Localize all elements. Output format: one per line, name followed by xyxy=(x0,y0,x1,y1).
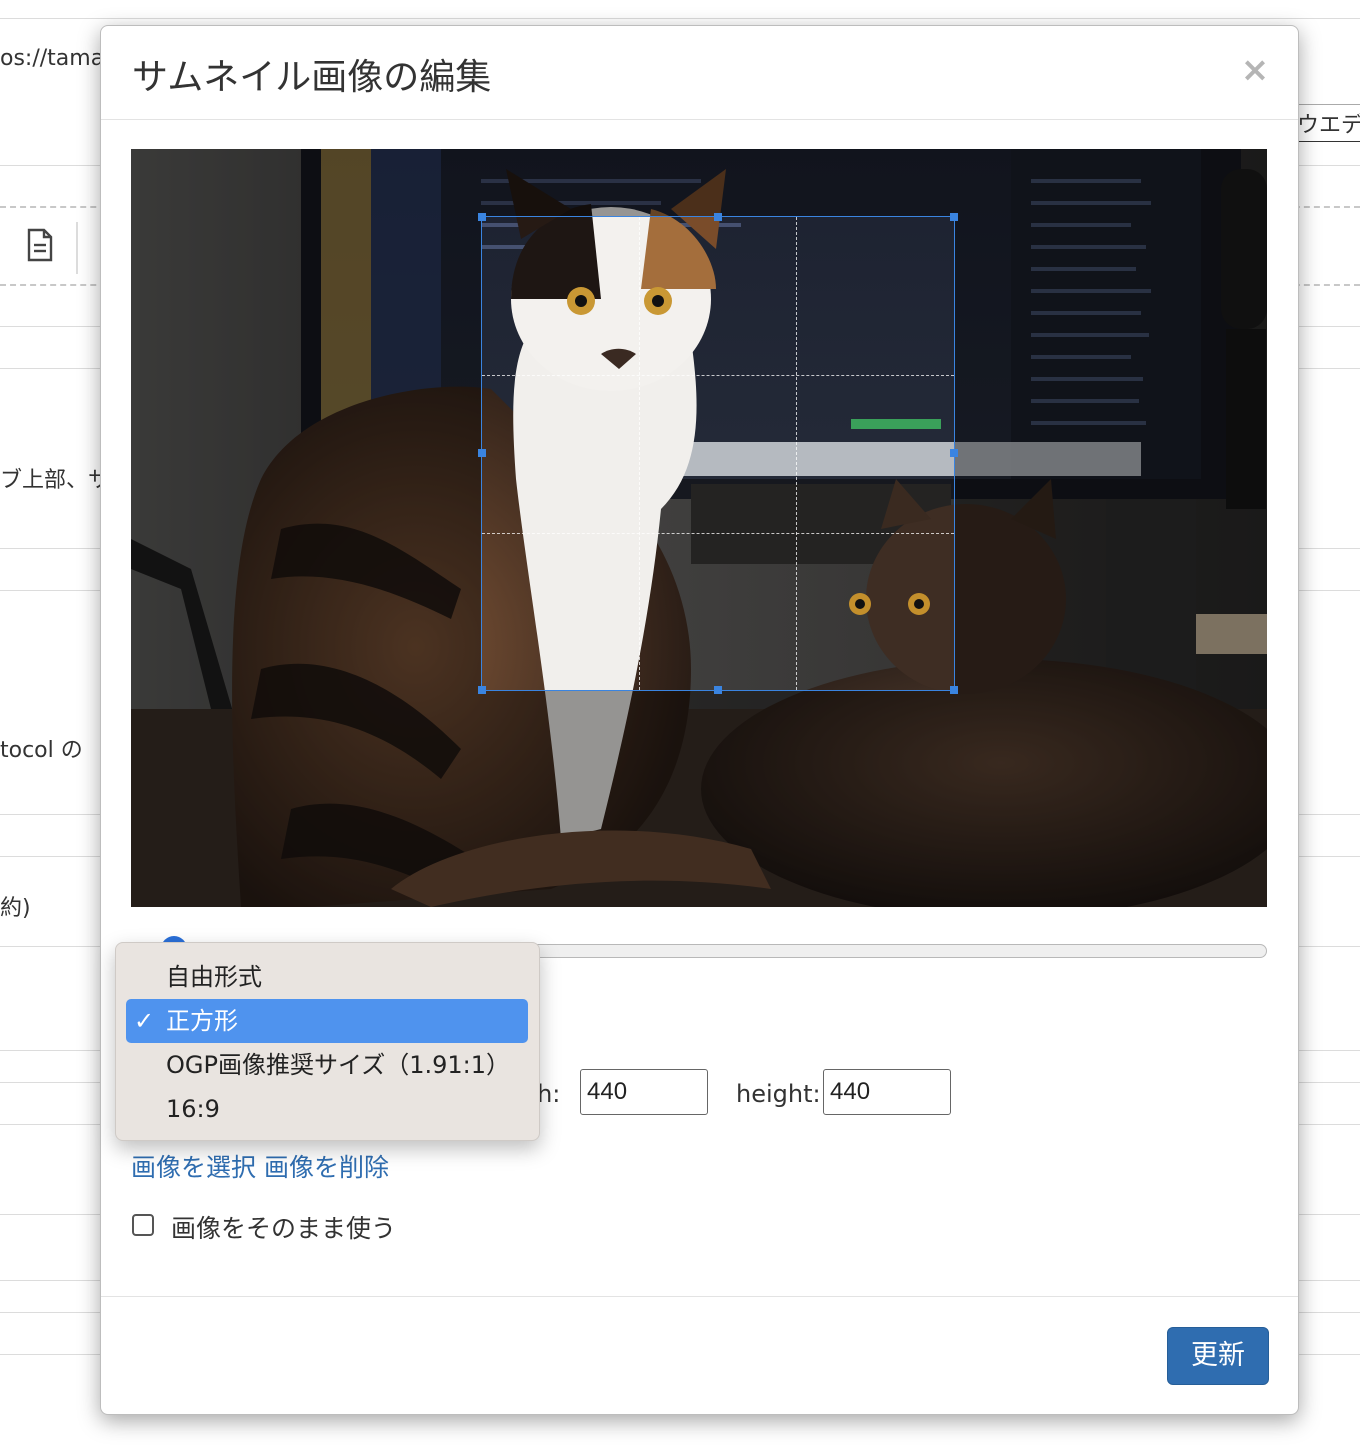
aspect-option-ogp[interactable]: OGP画像推奨サイズ（1.91:1） xyxy=(126,1043,528,1087)
aspect-option-label: 自由形式 xyxy=(166,963,262,991)
aspect-option-square[interactable]: ✓ 正方形 xyxy=(126,999,528,1043)
modal-title: サムネイル画像の編集 xyxy=(132,57,492,98)
modal-footer-divider xyxy=(101,1296,1298,1297)
background-tab[interactable]: ウエデ xyxy=(1292,104,1360,142)
url-fragment: os://tama xyxy=(0,46,105,71)
use-as-is-checkbox[interactable] xyxy=(132,1214,154,1236)
crop-handle-w[interactable] xyxy=(478,449,486,457)
crop-selection-box[interactable] xyxy=(478,213,958,694)
width-input[interactable] xyxy=(580,1069,708,1115)
crop-grid-line xyxy=(639,217,640,690)
aspect-ratio-dropdown[interactable]: 自由形式 ✓ 正方形 OGP画像推奨サイズ（1.91:1） 16:9 xyxy=(115,942,540,1141)
aspect-option-free[interactable]: 自由形式 xyxy=(126,955,528,999)
aspect-option-16-9[interactable]: 16:9 xyxy=(126,1087,528,1131)
height-input[interactable] xyxy=(823,1069,951,1115)
aspect-option-label: 正方形 xyxy=(166,1007,238,1035)
crop-handle-ne[interactable] xyxy=(950,213,958,221)
crop-grid-line xyxy=(796,217,797,690)
image-links: 画像を選択 画像を削除 xyxy=(131,1148,389,1184)
crop-handle-e[interactable] xyxy=(950,449,958,457)
background-text: 約) xyxy=(0,896,31,921)
background-tab-label: ウエデ xyxy=(1297,113,1360,138)
divider xyxy=(0,18,1360,19)
aspect-option-label: OGP画像推奨サイズ（1.91:1） xyxy=(166,1051,511,1079)
checkmark-icon: ✓ xyxy=(134,1007,155,1035)
height-label: height: xyxy=(736,1080,821,1108)
background-text: ブ上部、サ xyxy=(0,468,111,493)
select-image-link[interactable]: 画像を選択 xyxy=(131,1153,256,1182)
crop-handle-n[interactable] xyxy=(714,213,722,221)
thumbnail-edit-modal: サムネイル画像の編集 × lth: 440 height: 440 画像を選択 … xyxy=(100,25,1299,1415)
document-icon[interactable] xyxy=(26,228,54,262)
update-button[interactable]: 更新 xyxy=(1167,1327,1269,1385)
crop-handle-s[interactable] xyxy=(714,686,722,694)
crop-grid-line xyxy=(482,533,954,534)
background-text: tocol の xyxy=(0,738,83,763)
crop-handle-sw[interactable] xyxy=(478,686,486,694)
use-as-is-label[interactable]: 画像をそのまま使う xyxy=(171,1209,396,1245)
aspect-option-label: 16:9 xyxy=(166,1095,220,1123)
delete-image-link[interactable]: 画像を削除 xyxy=(264,1153,389,1182)
crop-handle-se[interactable] xyxy=(950,686,958,694)
crop-grid-line xyxy=(482,375,954,376)
toolbar-separator xyxy=(76,222,78,274)
close-icon[interactable]: × xyxy=(1237,52,1273,88)
modal-header: サムネイル画像の編集 × xyxy=(101,26,1298,120)
image-crop-area[interactable] xyxy=(131,149,1267,907)
crop-handle-nw[interactable] xyxy=(478,213,486,221)
